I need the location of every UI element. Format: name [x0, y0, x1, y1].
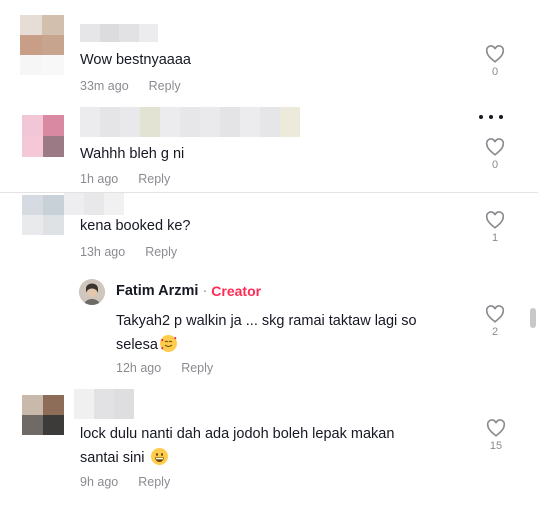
reply-button[interactable]: Reply	[138, 172, 170, 186]
reply-text: Takyah2 p walkin ja ... skg ramai taktaw…	[116, 309, 417, 357]
comment-item: Wow bestnyaaaa 33m ago Reply 0	[0, 0, 538, 100]
comment-meta: 13h ago Reply	[80, 245, 177, 259]
like-button[interactable]: 15	[484, 419, 508, 453]
creator-reply: Fatim Arzmi · Creator Takyah2 p walkin j…	[0, 273, 538, 383]
avatar[interactable]	[79, 279, 105, 305]
reply-meta: 12h ago Reply	[116, 361, 213, 375]
comment-text-line-2-content: santai sini	[80, 450, 145, 466]
comment-text: lock dulu nanti dah ada jodoh boleh lepa…	[80, 422, 394, 470]
grinning-face-emoji	[150, 448, 168, 465]
like-button[interactable]: 0	[483, 45, 507, 79]
reply-time: 12h ago	[116, 361, 162, 375]
comment-meta: 9h ago Reply	[80, 475, 170, 489]
scrollbar-thumb[interactable]	[530, 308, 536, 328]
smiling-face-with-hearts-emoji	[159, 335, 177, 352]
heart-outline-icon	[485, 305, 505, 323]
like-button[interactable]: 2	[483, 305, 507, 339]
reply-button[interactable]: Reply	[149, 79, 181, 93]
comment-text-line-1: lock dulu nanti dah ada jodoh boleh lepa…	[80, 426, 395, 442]
heart-outline-icon	[485, 211, 505, 229]
username-redacted[interactable]	[64, 193, 124, 215]
heart-outline-icon	[486, 419, 506, 437]
creator-badge: Creator	[211, 283, 262, 299]
like-count: 1	[491, 232, 499, 244]
like-button[interactable]: 0	[483, 138, 507, 172]
avatar-photo	[79, 279, 105, 305]
username-redacted[interactable]	[80, 24, 158, 42]
comment-time: 9h ago	[80, 475, 119, 489]
comment-time: 33m ago	[80, 79, 129, 93]
like-count: 0	[491, 159, 499, 171]
comment-item: lock dulu nanti dah ada jodoh boleh lepa…	[0, 383, 538, 505]
heart-outline-icon	[485, 45, 505, 63]
like-count: 15	[489, 440, 503, 452]
username-redacted[interactable]	[80, 107, 300, 137]
like-button[interactable]: 1	[483, 211, 507, 245]
comment-text-line-2: santai sini	[80, 446, 394, 470]
comment-text: kena booked ke?	[80, 218, 191, 234]
like-count: 0	[491, 66, 499, 78]
reply-button[interactable]: Reply	[138, 475, 170, 489]
comment-time: 13h ago	[80, 245, 126, 259]
comment-text: Wow bestnyaaaa	[80, 52, 191, 68]
comment-text: Wahhh bleh g ni	[80, 146, 185, 162]
separator: ·	[202, 283, 208, 299]
avatar[interactable]	[20, 15, 64, 75]
avatar[interactable]	[22, 115, 64, 157]
reply-text-line-2: selesa	[116, 333, 417, 357]
comment-meta: 33m ago Reply	[80, 79, 181, 93]
reply-text-line-1: Takyah2 p walkin ja ... skg ramai taktaw…	[116, 313, 417, 329]
comment-time: 1h ago	[80, 172, 119, 186]
author-name[interactable]: Fatim Arzmi	[116, 283, 198, 299]
heart-outline-icon	[485, 138, 505, 156]
username-redacted[interactable]	[74, 389, 136, 419]
avatar[interactable]	[22, 395, 64, 435]
author-line: Fatim Arzmi · Creator	[116, 283, 261, 299]
reply-button[interactable]: Reply	[145, 245, 177, 259]
more-options-icon[interactable]	[479, 112, 503, 122]
comment-item: Wahhh bleh g ni 1h ago Reply 0	[0, 100, 538, 192]
reply-text-line-2-content: selesa	[116, 337, 158, 353]
comment-meta: 1h ago Reply	[80, 172, 170, 186]
comment-item: kena booked ke? 13h ago Reply 1	[0, 193, 538, 273]
like-count: 2	[491, 326, 499, 338]
reply-button[interactable]: Reply	[181, 361, 213, 375]
avatar[interactable]	[22, 195, 64, 235]
